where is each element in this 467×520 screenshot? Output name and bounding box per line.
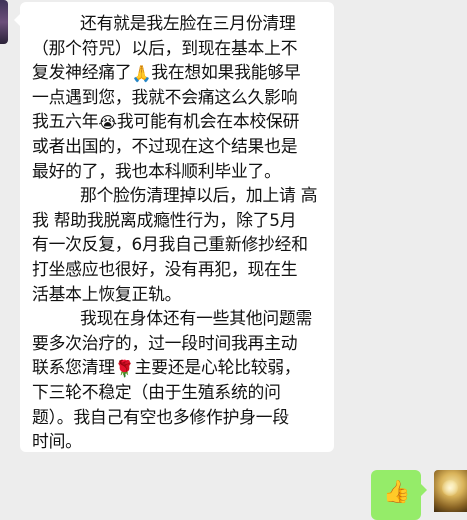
- message-line: 还有就是我左脸在三月份清理: [80, 13, 296, 33]
- outgoing-message-bubble[interactable]: 👍: [371, 470, 427, 520]
- message-line: （那个符咒）以后，到现在基本上不: [32, 37, 298, 58]
- message-line: 我现在身体还有一些其他问题需: [80, 308, 313, 329]
- message-line: 一点遇到您，我就不会痛这么久影响: [32, 86, 298, 107]
- message-line: 最好的了，我也本科顺利毕业了。: [32, 160, 281, 181]
- user-avatar[interactable]: [434, 470, 467, 512]
- message-text: 我在想如果我能够早: [151, 62, 301, 83]
- message-line: 要多次治疗的，过一段时间我再主动: [32, 332, 298, 353]
- message-line: 那个脸伤清理掉以后，加上请 高: [80, 185, 318, 206]
- message-line: 我 帮助我脱离成瘾性行为，除了5月: [32, 209, 297, 230]
- message-text: 联系您清理: [32, 357, 115, 378]
- message-line: 或者出国的，不过现在这个结果也是: [32, 135, 298, 156]
- message-line: 下三轮不稳定（由于生殖系统的问: [32, 381, 281, 402]
- message-line: 我五六年😭我可能有机会在本校保研: [32, 109, 328, 134]
- message-line: 有一次反复，6月我自己重新修抄经和: [32, 234, 308, 255]
- message-line: 打坐感应也很好，没有再犯，现在生: [32, 258, 298, 279]
- pray-emoji-icon: 🙏: [131, 64, 152, 84]
- message-text: 主要还是心轮比较弱，: [134, 357, 301, 378]
- message-text: 复发神经痛了: [32, 62, 132, 83]
- rose-emoji-icon: 🌹: [114, 359, 135, 379]
- incoming-message-bubble[interactable]: 还有就是我左脸在三月份清理 （那个符咒）以后，到现在基本上不 复发神经痛了🙏我在…: [14, 2, 334, 452]
- avatar-glow: [442, 480, 458, 496]
- contact-avatar[interactable]: [0, 0, 8, 44]
- message-line: 活基本上恢复正轨。: [32, 283, 182, 304]
- message-line: 时间。: [32, 431, 82, 452]
- message-text: 我可能有机会在本校保研: [116, 111, 300, 132]
- crying-emoji-icon: 😭: [98, 113, 117, 133]
- message-text: 我五六年: [32, 111, 99, 132]
- thumbs-up-emoji-icon: 👍: [383, 480, 411, 505]
- message-line: 题）。我自己有空也多修作护身一段: [32, 406, 289, 427]
- message-line: 联系您清理🌹主要还是心轮比较弱，: [32, 355, 328, 380]
- message-line: 复发神经痛了🙏我在想如果我能够早: [32, 60, 328, 85]
